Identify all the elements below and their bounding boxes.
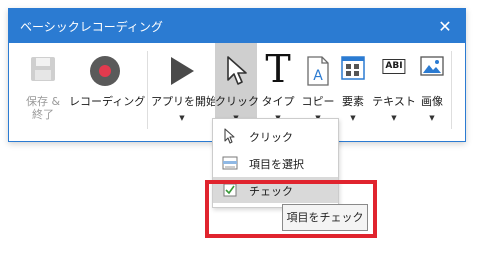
- save-and-exit-button[interactable]: 保存 & 終了: [15, 43, 71, 141]
- image-label: 画像: [421, 95, 443, 108]
- save-label-line2: 終了: [32, 108, 54, 121]
- play-icon: [169, 56, 195, 89]
- chevron-down-icon: ▼: [179, 114, 185, 122]
- menu-item-click[interactable]: クリック: [213, 123, 338, 149]
- save-icon: [30, 56, 56, 85]
- image-icon: [420, 56, 444, 81]
- menu-item-label: クリック: [249, 131, 293, 144]
- recording-button[interactable]: レコーディング: [69, 43, 146, 141]
- close-button[interactable]: ✕: [425, 9, 465, 43]
- element-grid-icon: [341, 56, 365, 83]
- tooltip: 項目をチェック: [282, 204, 368, 231]
- menu-item-label: 項目を選択: [249, 158, 304, 171]
- toolbar-separator: [451, 51, 452, 129]
- save-label-line1: 保存 &: [25, 95, 61, 108]
- chevron-down-icon: ▼: [429, 114, 435, 122]
- click-label: クリック: [215, 95, 259, 108]
- type-label: タイプ: [261, 95, 295, 108]
- text-label: テキスト: [372, 95, 416, 108]
- title-bar: ベーシックレコーディング ✕: [9, 9, 465, 43]
- chevron-down-icon: ▼: [350, 114, 356, 122]
- abi-text-icon: ABI: [382, 59, 406, 74]
- text-button[interactable]: ABI テキスト ▼: [371, 43, 417, 141]
- launch-app-button[interactable]: アプリを開始 ▼: [151, 43, 217, 141]
- toolbar-separator: [147, 51, 148, 129]
- launch-app-label: アプリを開始: [151, 95, 217, 108]
- type-T-icon: T: [265, 47, 291, 91]
- select-list-icon: [222, 155, 238, 171]
- copy-label: コピー: [301, 95, 335, 108]
- cursor-icon: [225, 56, 247, 89]
- window-title: ベーシックレコーディング: [20, 20, 163, 34]
- recording-label: レコーディング: [69, 95, 146, 108]
- element-button[interactable]: 要素 ▼: [333, 43, 373, 141]
- svg-text:A: A: [313, 68, 323, 84]
- element-label: 要素: [342, 95, 364, 108]
- close-icon: ✕: [438, 16, 452, 36]
- record-icon: [90, 56, 120, 89]
- chevron-down-icon: ▼: [391, 114, 397, 122]
- cursor-icon: [222, 128, 238, 144]
- image-button[interactable]: 画像 ▼: [413, 43, 451, 141]
- menu-item-select-item[interactable]: 項目を選択: [213, 150, 338, 176]
- copy-document-icon: A: [306, 56, 330, 89]
